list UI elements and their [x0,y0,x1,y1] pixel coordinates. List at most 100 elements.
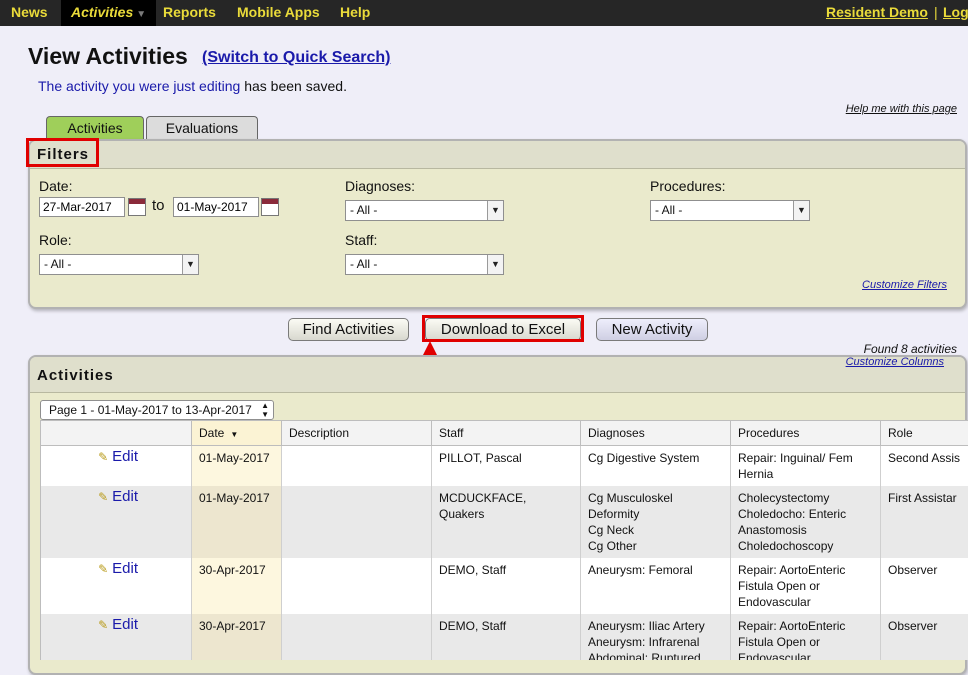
role-select-value: - All - [44,257,72,271]
nav-item-activities[interactable]: Activities ▼ [61,0,157,26]
help-link[interactable]: Help me with this page [846,103,957,115]
procedure-line: Endovascular [738,595,811,609]
date-cell: 30-Apr-2017 [191,558,281,614]
saved-message-text: has been saved. [240,78,347,94]
new-activity-button[interactable]: New Activity [596,318,708,341]
procedures-cell: Cholecystectomy Choledocho: Enteric Anasto… [730,486,880,558]
procedure-line: Repair: AortoEnteric [738,619,846,633]
edit-link[interactable]: Edit [112,488,138,505]
role-cell: Observer [880,614,968,660]
staff-cell: DEMO, Staff [431,558,580,614]
tab-activities[interactable]: Activities [46,116,144,140]
nav-item-help[interactable]: Help [340,0,370,26]
staff-line: DEMO, Staff [439,563,507,577]
pencil-icon: ✎ [98,618,109,632]
pencil-icon: ✎ [98,490,109,504]
diagnoses-cell: Aneurysm: Femoral [580,558,730,614]
edit-link[interactable]: Edit [112,448,138,465]
description-cell [281,558,431,614]
switch-to-quick-search-link[interactable]: (Switch to Quick Search) [202,49,390,67]
diagnoses-cell: Cg Digestive System [580,446,730,486]
table-row: ✎ Edit 30-Apr-2017 DEMO, Staff Aneurysm: … [41,558,968,614]
page-title: View Activities [28,43,188,69]
staff-cell: PILLOT, Pascal [431,446,580,486]
role-cell: Second Assis [880,446,968,486]
procedure-line: Repair: AortoEnteric [738,563,846,577]
role-label: Role: [39,232,72,248]
row-actions-cell: ✎ Edit [41,446,191,486]
diagnosis-line: Cg Other [588,539,637,553]
diagnoses-cell: Aneurysm: Iliac Artery Aneurysm: Infraren… [580,614,730,660]
edit-link[interactable]: Edit [112,616,138,633]
calendar-icon[interactable] [261,198,279,216]
staff-select[interactable]: - All - ▼ [345,254,504,275]
procedures-select[interactable]: - All - ▼ [650,200,810,221]
column-header-description[interactable]: Description [281,421,431,445]
diagnoses-select-value: - All - [350,203,378,217]
procedure-line: Choledochoscopy [738,539,834,553]
date-cell: 01-May-2017 [191,446,281,486]
date-to-field[interactable] [173,197,259,217]
logout-link[interactable]: Log [943,0,968,26]
calendar-icon[interactable] [128,198,146,216]
diagnoses-select[interactable]: - All - ▼ [345,200,504,221]
date-from-field[interactable] [39,197,125,217]
find-activities-button[interactable]: Find Activities [288,318,409,341]
page-select[interactable]: Page 1 - 01-May-2017 to 13-Apr-2017 ▲ ▼ [40,400,274,420]
column-header-date-label: Date [199,426,225,440]
chevron-down-icon: ▼ [487,255,503,274]
pencil-icon: ✎ [98,562,109,576]
staff-cell: MCDUCKFACE, Quakers [431,486,580,558]
row-actions-cell: ✎ Edit [41,558,191,614]
edit-link[interactable]: Edit [112,560,138,577]
column-header-diagnoses[interactable]: Diagnoses [580,421,730,445]
date-cell: 30-Apr-2017 [191,614,281,660]
procedure-line: Repair: Inguinal/ Fem [738,451,853,465]
filters-panel: Filters [28,139,967,309]
column-header-procedures[interactable]: Procedures [730,421,880,445]
nav-item-activities-label: Activities [71,4,134,20]
column-header-staff[interactable]: Staff [431,421,580,445]
staff-select-value: - All - [350,257,378,271]
procedures-label: Procedures: [650,178,726,194]
role-select[interactable]: - All - ▼ [39,254,199,275]
procedures-cell: Repair: Inguinal/ Fem Hernia [730,446,880,486]
date-label: Date: [39,178,73,194]
description-cell [281,486,431,558]
row-actions-cell: ✎ Edit [41,486,191,558]
nav-item-mobile-apps[interactable]: Mobile Apps [237,0,320,26]
activities-header: Activities [30,357,965,393]
customize-columns-link[interactable]: Customize Columns [846,356,944,368]
table-row: ✎ Edit 01-May-2017 PILLOT, Pascal Cg Dige… [41,446,968,486]
procedure-line: Hernia [738,467,774,481]
chevron-down-icon: ▼ [182,255,198,274]
edited-activity-link[interactable]: The activity you were just editing [38,78,240,94]
chevron-down-icon: ▼ [793,201,809,220]
customize-filters-link[interactable]: Customize Filters [862,279,947,291]
activities-table: Date ▼ Description Staff Diagnoses Proced… [40,420,968,660]
activities-title: Activities [37,367,114,384]
diagnoses-label: Diagnoses: [345,178,416,194]
nav-item-reports[interactable]: Reports [163,0,216,26]
filters-header: Filters [30,141,965,169]
column-header-date[interactable]: Date ▼ [191,421,281,445]
role-cell: First Assistar [880,486,968,558]
diagnosis-line: Abdominal: Ruptured [588,651,701,660]
diagnosis-line: Aneurysm: Femoral [588,563,693,577]
staff-cell: DEMO, Staff [431,614,580,660]
procedure-line: Fistula Open or [738,579,821,593]
page-select-value: Page 1 - 01-May-2017 to 13-Apr-2017 [49,403,252,417]
procedures-cell: Repair: AortoEnteric Fistula Open or Endov… [730,614,880,660]
user-account-link[interactable]: Resident Demo [826,0,928,26]
download-highlight-box [422,315,584,342]
column-header-role[interactable]: Role [880,421,968,445]
description-cell [281,614,431,660]
table-header: Date ▼ Description Staff Diagnoses Proced… [41,420,968,446]
diagnosis-line: Deformity [588,507,640,521]
updown-icon: ▲ ▼ [261,401,269,419]
nav-item-news[interactable]: News [11,0,48,26]
saved-message: The activity you were just editing has b… [38,78,347,94]
tab-evaluations[interactable]: Evaluations [146,116,258,140]
sort-desc-icon: ▼ [230,430,239,439]
found-count: Found 8 activities [863,342,957,356]
